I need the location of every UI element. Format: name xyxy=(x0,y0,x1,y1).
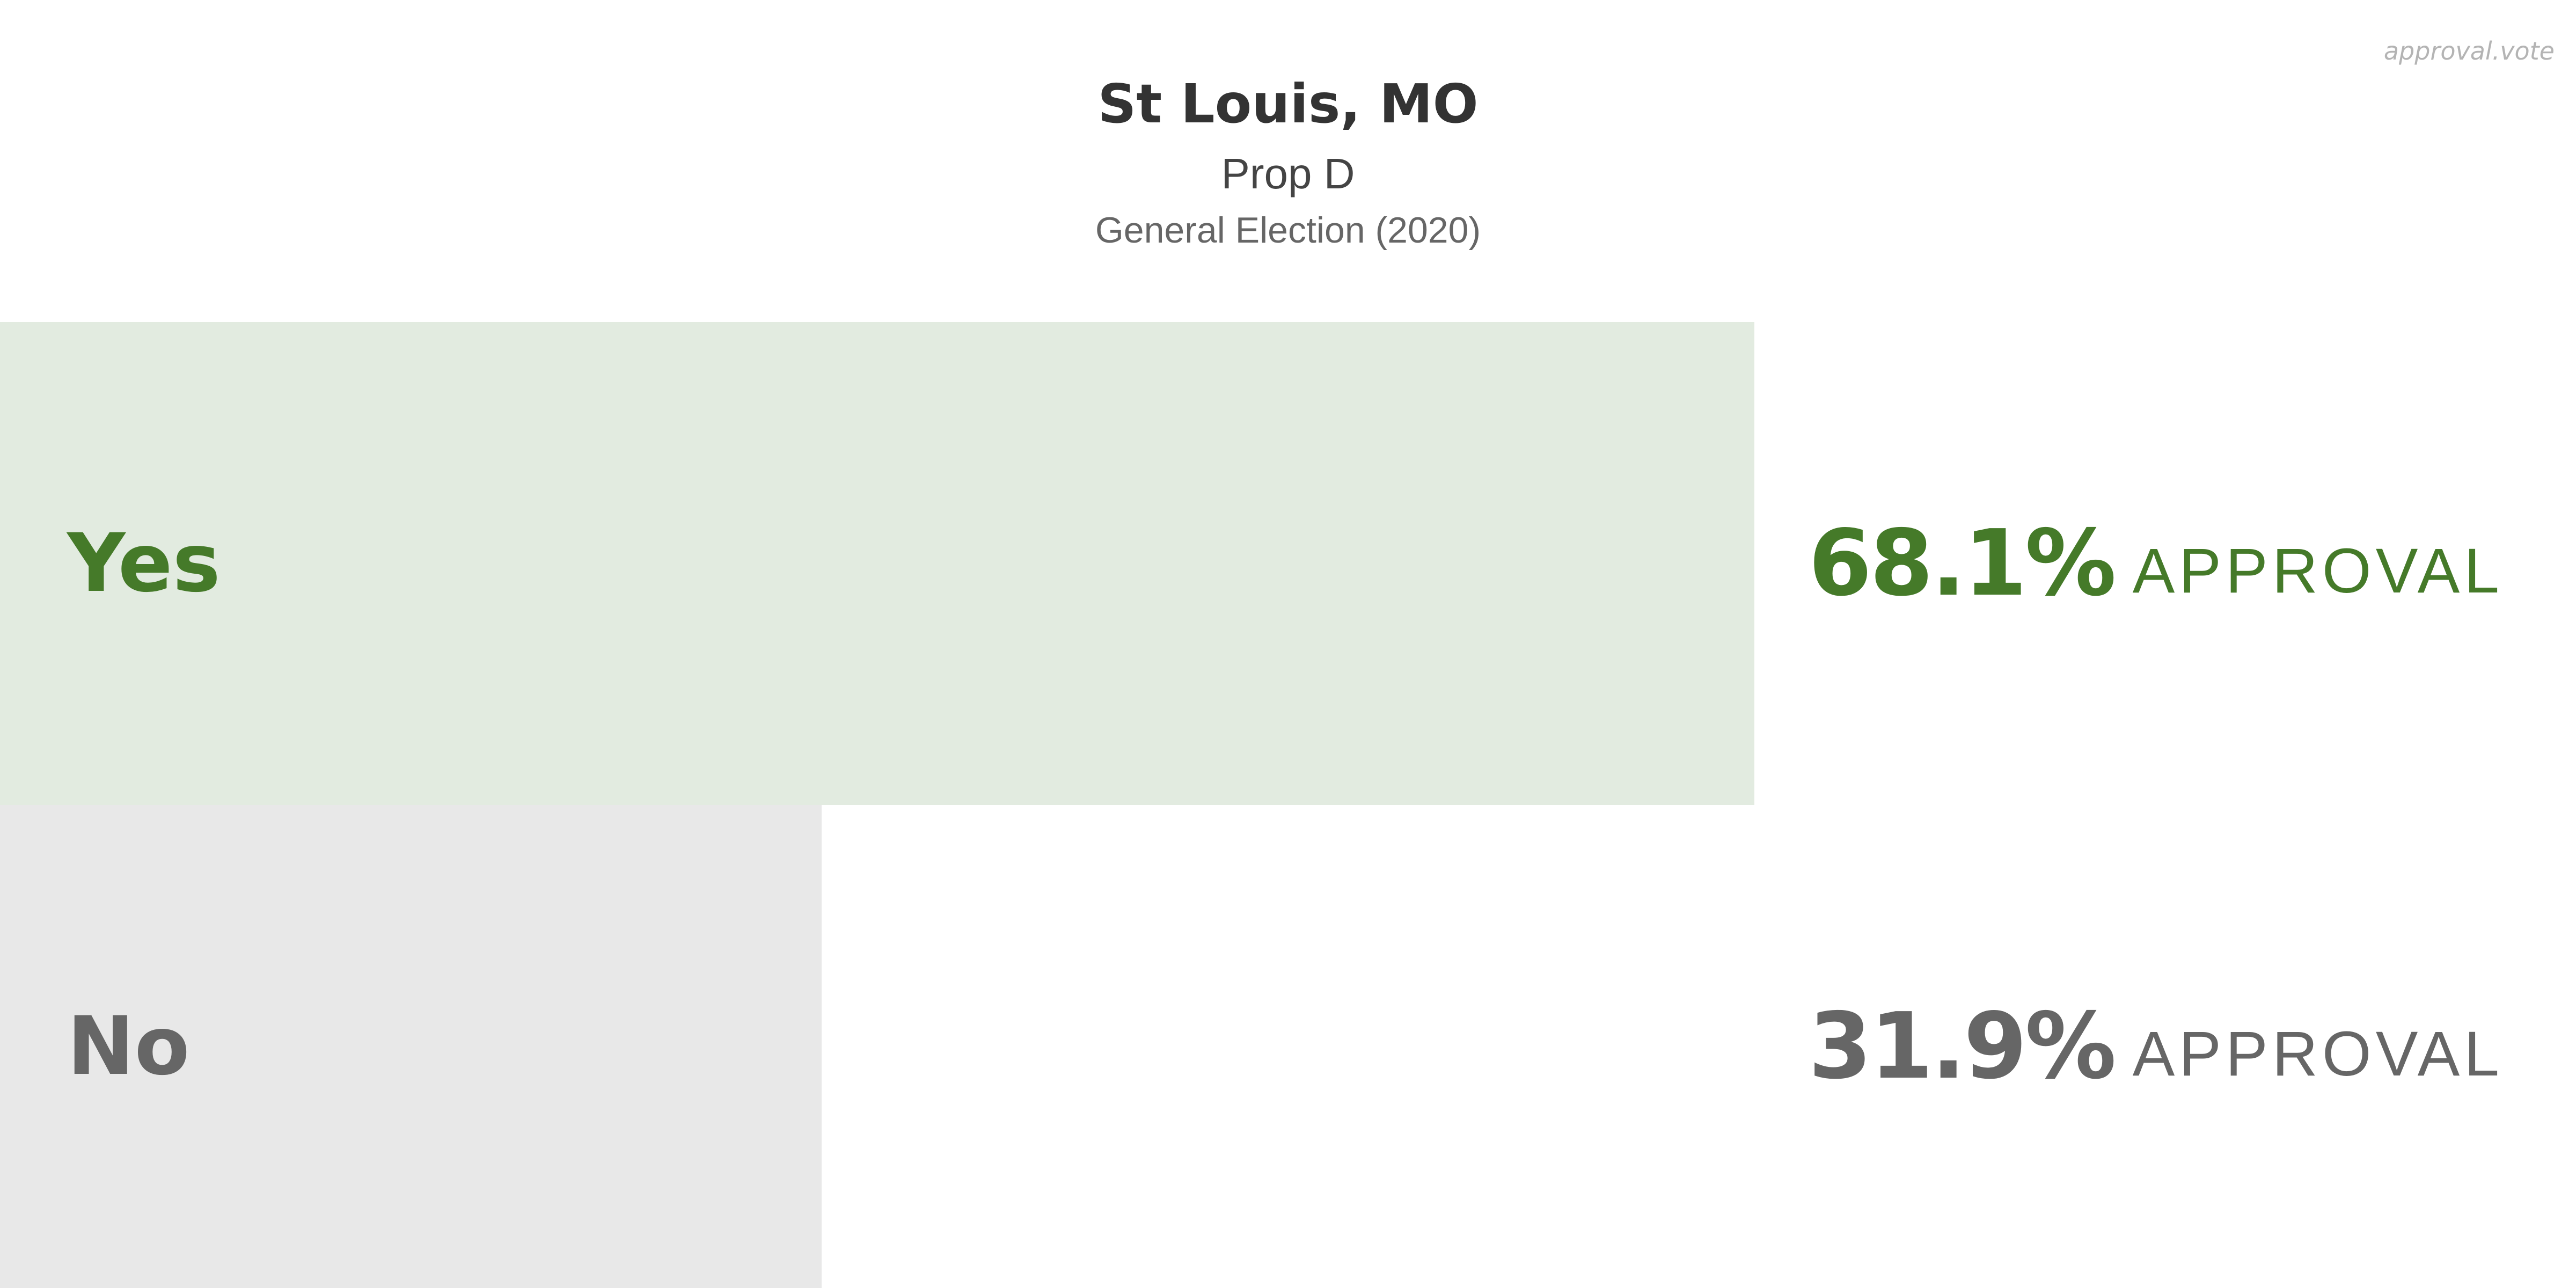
approval-suffix-no: APPROVAL xyxy=(2132,1019,2504,1089)
bar-row-yes: Yes 68.1% APPROVAL xyxy=(0,322,2576,805)
bar-yes xyxy=(0,322,1754,805)
chart-title: St Louis, MO xyxy=(1097,72,1479,135)
chart-subtitle: Prop D xyxy=(1221,150,1355,197)
value-label-no: 31.9% APPROVAL xyxy=(1809,805,2504,1288)
approval-bar-chart: Yes 68.1% APPROVAL No 31.9% APPROVAL xyxy=(0,322,2576,1288)
approval-suffix-yes: APPROVAL xyxy=(2132,536,2504,606)
chart-header: St Louis, MO Prop D General Election (20… xyxy=(0,0,2576,322)
percent-value-no: 31.9% xyxy=(1808,993,2117,1100)
category-label-yes: Yes xyxy=(67,517,221,610)
category-label-no: No xyxy=(67,1000,190,1093)
bar-row-no: No 31.9% APPROVAL xyxy=(0,805,2576,1288)
election-name: General Election (2020) xyxy=(1095,210,1481,251)
value-label-yes: 68.1% APPROVAL xyxy=(1809,322,2504,805)
percent-value-yes: 68.1% xyxy=(1808,510,2117,617)
